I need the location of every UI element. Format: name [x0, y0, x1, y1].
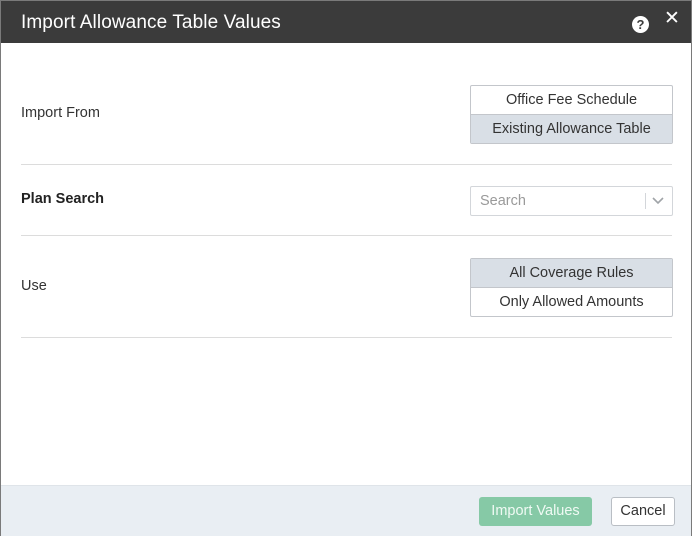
import-from-toggle: Office Fee Schedule Existing Allowance T… [470, 85, 673, 144]
help-icon[interactable]: ? [632, 16, 649, 33]
option-existing-allowance-table[interactable]: Existing Allowance Table [471, 114, 672, 143]
option-office-fee-schedule[interactable]: Office Fee Schedule [471, 86, 672, 114]
plan-search-label: Plan Search [21, 191, 105, 207]
use-toggle: All Coverage Rules Only Allowed Amounts [470, 258, 673, 317]
import-values-button[interactable]: Import Values [479, 497, 592, 526]
use-label: Use [21, 278, 47, 294]
option-all-coverage-rules[interactable]: All Coverage Rules [471, 259, 672, 287]
dialog-title: Import Allowance Table Values [21, 12, 281, 33]
divider [21, 337, 672, 338]
dialog-footer: Import Values Cancel [1, 485, 691, 536]
close-icon[interactable]: ✕ [664, 9, 680, 28]
option-only-allowed-amounts[interactable]: Only Allowed Amounts [471, 287, 672, 316]
chevron-down-icon[interactable] [648, 192, 668, 210]
select-separator [645, 193, 646, 209]
divider [21, 235, 672, 236]
plan-search-select[interactable] [470, 186, 673, 216]
divider [21, 164, 672, 165]
import-allowance-dialog: Import Allowance Table Values ? ✕ Import… [0, 0, 692, 536]
cancel-button[interactable]: Cancel [611, 497, 675, 526]
dialog-header: Import Allowance Table Values ? ✕ [1, 1, 691, 43]
import-from-label: Import From [21, 105, 100, 121]
plan-search-input[interactable] [471, 187, 643, 215]
